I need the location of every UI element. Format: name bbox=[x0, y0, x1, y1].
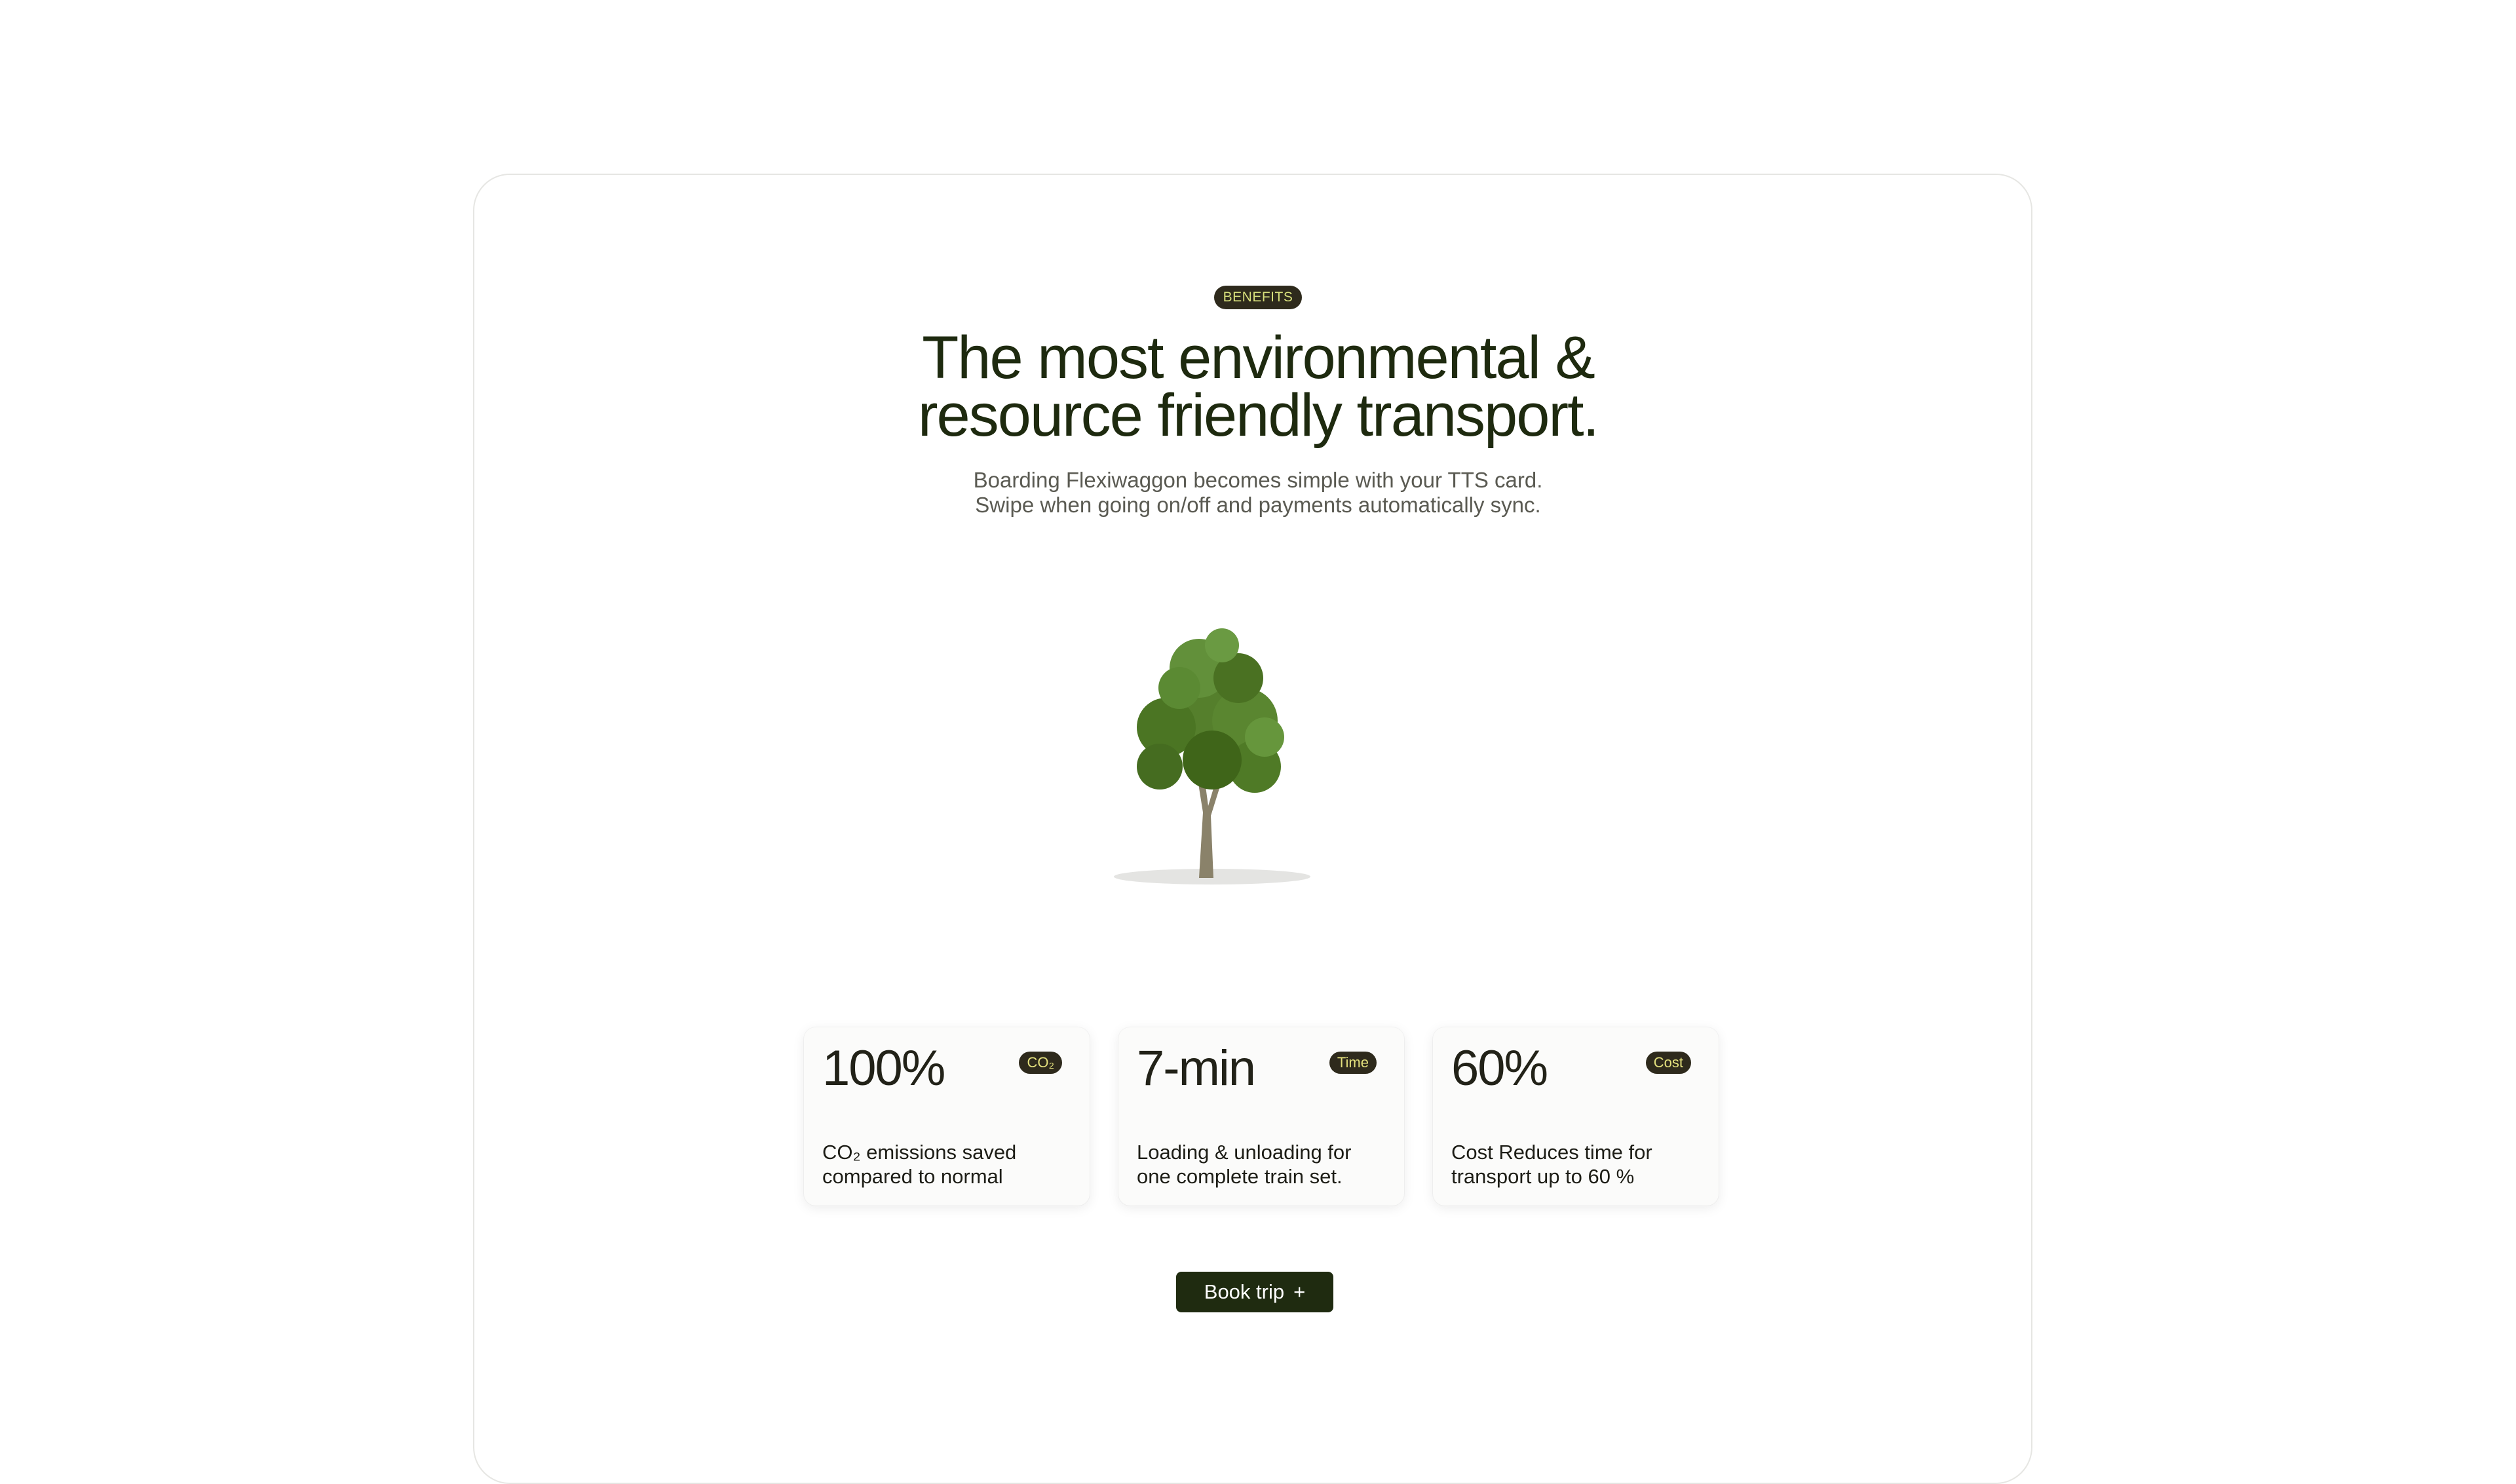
stat-tag: Time bbox=[1329, 1052, 1377, 1074]
tree-canopy bbox=[1137, 628, 1284, 793]
stat-value: 60% bbox=[1451, 1040, 1548, 1096]
stat-description-line-1: Cost Reduces time for bbox=[1451, 1141, 1652, 1164]
subtitle-line-1: Boarding Flexiwaggon becomes simple with… bbox=[973, 468, 1543, 492]
stat-tag: Cost bbox=[1645, 1052, 1691, 1074]
stat-card-time: 7-min Time Loading & unloading for one c… bbox=[1118, 1027, 1404, 1206]
stat-description-line-2: transport up to 60 % bbox=[1451, 1165, 1635, 1188]
headline-line-2: resource friendly transport. bbox=[917, 382, 1599, 449]
stat-description-line-1: CO₂ emissions saved bbox=[822, 1141, 1017, 1164]
tree-illustration bbox=[1114, 628, 1310, 885]
book-trip-label: Book trip bbox=[1204, 1280, 1285, 1303]
benefits-badge: BENEFITS bbox=[1213, 286, 1303, 309]
stat-tag: CO₂ bbox=[1019, 1052, 1062, 1074]
plus-icon: + bbox=[1293, 1280, 1306, 1303]
stat-card-co2: 100% CO₂ CO₂ emissions saved compared to… bbox=[804, 1027, 1090, 1206]
subtitle: Boarding Flexiwaggon becomes simple with… bbox=[0, 468, 2516, 518]
book-trip-button[interactable]: Book trip + bbox=[1176, 1272, 1333, 1312]
stat-description-line-1: Loading & unloading for bbox=[1137, 1141, 1352, 1164]
stat-description: Cost Reduces time for transport up to 60… bbox=[1451, 1140, 1652, 1189]
stat-description-line-2: one complete train set. bbox=[1137, 1165, 1343, 1188]
tree-trunk bbox=[1198, 776, 1221, 878]
stat-value: 7-min bbox=[1137, 1040, 1256, 1096]
stat-description: CO₂ emissions saved compared to normal bbox=[822, 1140, 1016, 1189]
stat-card-cost: 60% Cost Cost Reduces time for transport… bbox=[1433, 1027, 1719, 1206]
badge-wrapper: BENEFITS bbox=[0, 286, 2516, 309]
stat-description: Loading & unloading for one complete tra… bbox=[1137, 1140, 1351, 1189]
headline-line-1: The most environmental & bbox=[922, 324, 1595, 391]
stat-description-line-2: compared to normal bbox=[822, 1165, 1003, 1188]
subtitle-line-2: Swipe when going on/off and payments aut… bbox=[975, 493, 1541, 517]
headline: The most environmental & resource friend… bbox=[0, 324, 2516, 449]
stat-value: 100% bbox=[822, 1040, 945, 1096]
